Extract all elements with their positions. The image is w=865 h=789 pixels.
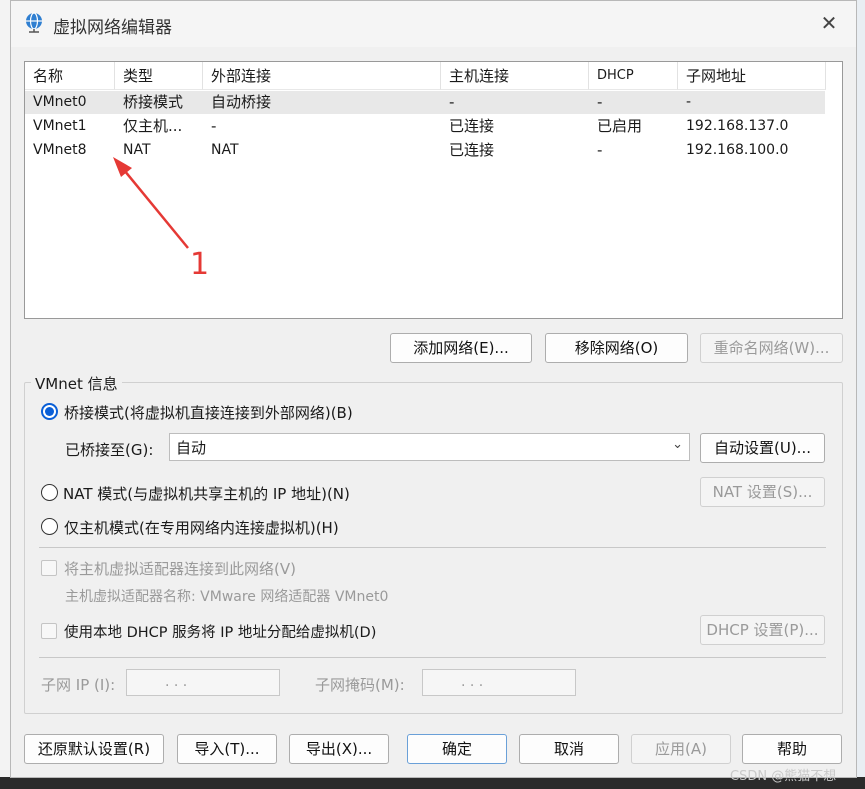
cell-external: 自动桥接 <box>211 93 272 111</box>
cell-name: VMnet1 <box>33 118 87 134</box>
cell-type: 仅主机... <box>123 117 183 135</box>
nat-mode-radio[interactable] <box>41 484 58 501</box>
divider <box>39 657 826 658</box>
bridged-to-value: 自动 <box>176 439 207 457</box>
watermark: CSDN @熊猫不想 <box>730 769 837 784</box>
subnet-ip-field[interactable]: . . . <box>126 669 280 696</box>
host-only-label[interactable]: 仅主机模式(在专用网络内连接虚拟机)(H) <box>64 517 339 538</box>
cell-dhcp: - <box>597 93 603 111</box>
subnet-ip-dots: . . . <box>165 674 188 690</box>
dhcp-checkbox[interactable] <box>41 623 57 639</box>
background-window-right <box>857 0 865 789</box>
cancel-button[interactable]: 取消 <box>519 734 619 764</box>
cell-subnet: 192.168.100.0 <box>686 142 789 158</box>
subnet-ip-label: 子网 IP (I): <box>41 676 116 694</box>
virtual-network-editor-dialog: 虚拟网络编辑器 ✕ 名称 类型 外部连接 主机连接 DHCP 子网地址 VMne… <box>10 0 857 778</box>
column-header-dhcp[interactable]: DHCP <box>589 62 678 90</box>
cell-dhcp: - <box>597 141 603 159</box>
vmnet-info-group <box>24 382 843 714</box>
chevron-down-icon: ⌄ <box>672 437 683 452</box>
close-button[interactable]: ✕ <box>817 11 841 35</box>
vmnet-info-label: VMnet 信息 <box>31 373 122 394</box>
bridged-mode-label[interactable]: 桥接模式(将虚拟机直接连接到外部网络)(B) <box>64 402 353 423</box>
column-header-external[interactable]: 外部连接 <box>203 62 441 90</box>
network-globe-icon <box>26 12 42 33</box>
cell-subnet: 192.168.137.0 <box>686 118 789 134</box>
rename-network-button[interactable]: 重命名网络(W)... <box>700 333 843 363</box>
column-header-subnet[interactable]: 子网地址 <box>678 62 826 90</box>
bridged-to-select[interactable]: 自动 ⌄ <box>169 433 690 461</box>
table-row[interactable]: VMnet1 仅主机... - 已连接 已启用 192.168.137.0 <box>25 115 825 138</box>
cell-dhcp: 已启用 <box>597 117 643 135</box>
column-header-type[interactable]: 类型 <box>115 62 203 90</box>
cell-name: VMnet8 <box>33 142 87 158</box>
cell-type: NAT <box>123 142 151 158</box>
title-bar: 虚拟网络编辑器 ✕ <box>11 1 856 47</box>
annotation-number: 1 <box>190 247 210 282</box>
bridged-mode-radio[interactable] <box>41 403 58 420</box>
apply-button[interactable]: 应用(A) <box>631 734 731 764</box>
network-list[interactable]: 名称 类型 外部连接 主机连接 DHCP 子网地址 VMnet0 桥接模式 自动… <box>24 61 843 319</box>
dhcp-settings-button[interactable]: DHCP 设置(P)... <box>700 615 825 645</box>
column-header-host[interactable]: 主机连接 <box>441 62 589 90</box>
dhcp-label[interactable]: 使用本地 DHCP 服务将 IP 地址分配给虚拟机(D) <box>64 621 376 642</box>
subnet-mask-field[interactable]: . . . <box>422 669 576 696</box>
connect-adapter-checkbox[interactable] <box>41 560 57 576</box>
table-row[interactable]: VMnet8 NAT NAT 已连接 - 192.168.100.0 <box>25 139 825 162</box>
add-network-button[interactable]: 添加网络(E)... <box>390 333 532 363</box>
auto-settings-button[interactable]: 自动设置(U)... <box>700 433 825 463</box>
subnet-mask-label: 子网掩码(M): <box>315 676 405 694</box>
import-button[interactable]: 导入(T)... <box>177 734 277 764</box>
cell-type: 桥接模式 <box>123 93 184 111</box>
cell-host: 已连接 <box>449 117 495 135</box>
remove-network-button[interactable]: 移除网络(O) <box>545 333 688 363</box>
cell-host: 已连接 <box>449 141 495 159</box>
help-button[interactable]: 帮助 <box>742 734 842 764</box>
cell-external: NAT <box>211 142 239 158</box>
divider <box>39 547 826 548</box>
window-title: 虚拟网络编辑器 <box>53 18 172 38</box>
table-row[interactable]: VMnet0 桥接模式 自动桥接 - - - <box>25 91 825 114</box>
host-only-radio[interactable] <box>41 518 58 535</box>
cell-subnet: - <box>686 94 692 110</box>
cell-name: VMnet0 <box>33 94 87 110</box>
column-header-name[interactable]: 名称 <box>25 62 115 90</box>
nat-mode-label[interactable]: NAT 模式(与虚拟机共享主机的 IP 地址)(N) <box>63 483 350 504</box>
bridged-to-label: 已桥接至(G): <box>65 441 154 459</box>
connect-adapter-label[interactable]: 将主机虚拟适配器连接到此网络(V) <box>64 558 296 579</box>
export-button[interactable]: 导出(X)... <box>289 734 389 764</box>
subnet-mask-dots: . . . <box>461 674 484 690</box>
nat-settings-button[interactable]: NAT 设置(S)... <box>700 477 825 507</box>
cell-external: - <box>211 117 217 135</box>
ok-button[interactable]: 确定 <box>407 734 507 764</box>
restore-defaults-button[interactable]: 还原默认设置(R) <box>24 734 164 764</box>
cell-host: - <box>449 93 455 111</box>
adapter-name-label: 主机虚拟适配器名称: VMware 网络适配器 VMnet0 <box>65 589 389 605</box>
